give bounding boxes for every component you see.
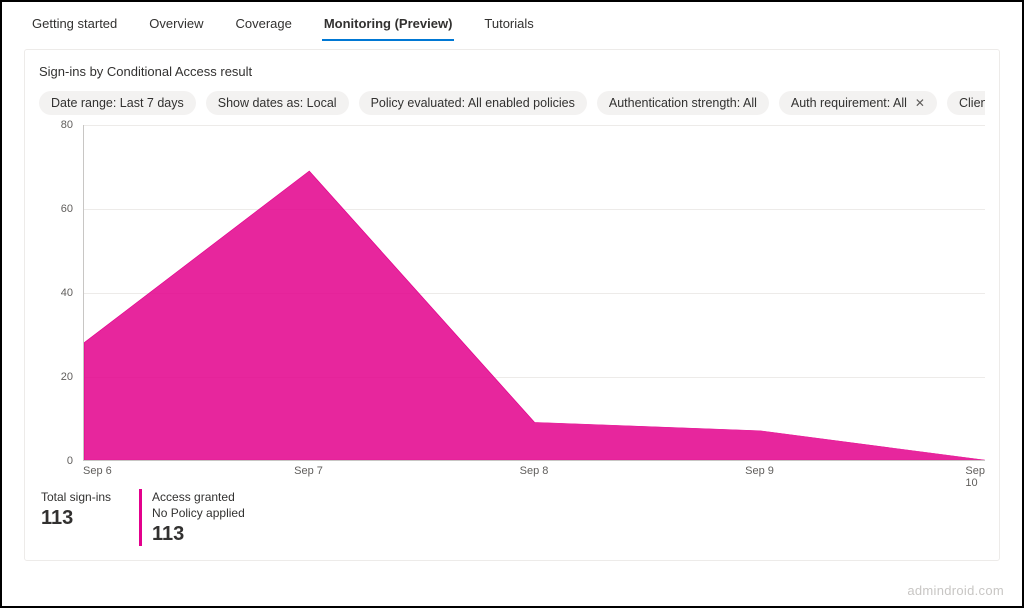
y-tick-label: 60	[61, 203, 73, 215]
signins-card: Sign-ins by Conditional Access result Da…	[24, 49, 1000, 561]
x-tick-label: Sep 6	[83, 465, 112, 477]
total-signins-value: 113	[41, 507, 111, 530]
filter-chip-label: Policy evaluated: All enabled policies	[371, 96, 575, 110]
plot-area	[83, 125, 985, 461]
tab-getting-started[interactable]: Getting started	[30, 12, 119, 41]
x-tick-label: Sep 10	[965, 465, 985, 489]
area-path	[84, 171, 985, 460]
filter-chip-label: Date range: Last 7 days	[51, 96, 184, 110]
total-signins-block: Total sign-ins 113	[41, 489, 111, 546]
watermark: admindroid.com	[907, 583, 1004, 598]
tab-bar: Getting started Overview Coverage Monitorin…	[10, 2, 1014, 41]
filter-chip-1[interactable]: Show dates as: Local	[206, 91, 349, 115]
app-frame: Getting started Overview Coverage Monitorin…	[0, 0, 1024, 608]
total-signins-label: Total sign-ins	[41, 489, 111, 505]
filter-chip-4[interactable]: Auth requirement: All ✕	[779, 91, 937, 115]
filter-chip-label: Auth requirement: All	[791, 96, 907, 110]
filter-chip-5[interactable]: Client app: All✕	[947, 91, 985, 115]
x-axis-labels: Sep 6Sep 7Sep 8Sep 9Sep 10	[83, 465, 985, 481]
tab-monitoring-preview-[interactable]: Monitoring (Preview)	[322, 12, 455, 41]
area-chart: 020406080 Sep 6Sep 7Sep 8Sep 9Sep 10	[39, 121, 985, 481]
y-tick-label: 20	[61, 371, 73, 383]
y-tick-label: 40	[61, 287, 73, 299]
x-tick-label: Sep 7	[294, 465, 323, 477]
filter-chip-label: Show dates as: Local	[218, 96, 337, 110]
totals-row: Total sign-ins 113 Access granted No Pol…	[41, 489, 985, 546]
filter-chip-row: Date range: Last 7 days Show dates as: Lo…	[39, 91, 985, 115]
filter-chip-label: Client app: All	[959, 96, 985, 110]
area-series	[84, 125, 985, 460]
filter-chip-3[interactable]: Authentication strength: All	[597, 91, 769, 115]
x-tick-label: Sep 8	[520, 465, 549, 477]
filter-chip-0[interactable]: Date range: Last 7 days	[39, 91, 196, 115]
tab-tutorials[interactable]: Tutorials	[482, 12, 535, 41]
filter-chip-2[interactable]: Policy evaluated: All enabled policies	[359, 91, 587, 115]
series1-value: 113	[152, 523, 245, 546]
y-tick-label: 0	[67, 455, 73, 467]
close-icon[interactable]: ✕	[915, 97, 925, 109]
series1-label2: No Policy applied	[152, 505, 245, 521]
y-axis-labels: 020406080	[39, 121, 79, 461]
series1-block: Access granted No Policy applied 113	[139, 489, 245, 546]
tab-coverage[interactable]: Coverage	[233, 12, 293, 41]
tab-overview[interactable]: Overview	[147, 12, 205, 41]
series1-label1: Access granted	[152, 489, 245, 505]
card-title: Sign-ins by Conditional Access result	[39, 64, 985, 79]
x-tick-label: Sep 9	[745, 465, 774, 477]
y-tick-label: 80	[61, 119, 73, 131]
filter-chip-label: Authentication strength: All	[609, 96, 757, 110]
